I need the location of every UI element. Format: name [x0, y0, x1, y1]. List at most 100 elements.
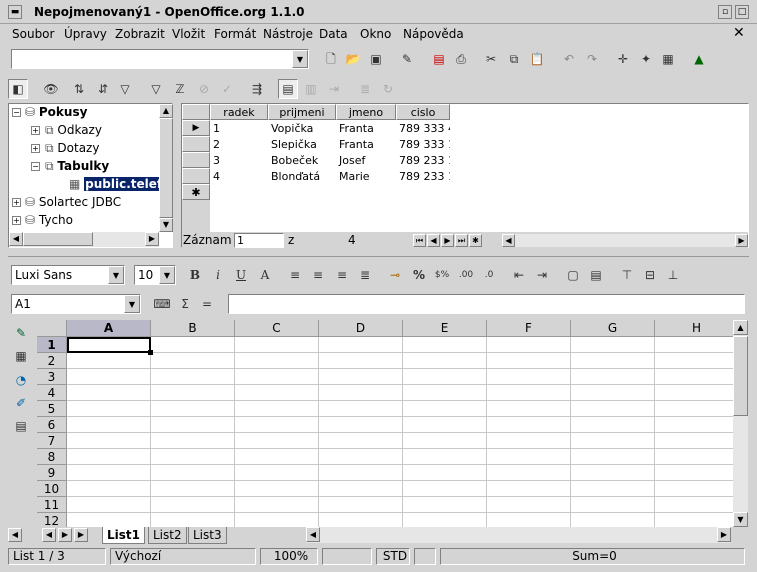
bold-icon[interactable]: B — [186, 266, 204, 284]
delete-decimal-icon[interactable]: .0 — [480, 266, 498, 284]
open-folder-icon[interactable]: 📂 — [344, 50, 362, 68]
scroll-left-icon[interactable]: ◀ — [502, 234, 515, 247]
column-header[interactable]: radek — [210, 104, 268, 120]
scroll-right-icon[interactable]: ▶ — [717, 527, 731, 542]
table-cell[interactable]: Vopička — [269, 121, 336, 136]
align-right-icon[interactable]: ≡ — [333, 266, 351, 284]
edit-file-icon[interactable]: ✎ — [398, 50, 416, 68]
expand-icon[interactable]: + — [31, 126, 40, 135]
table-cell[interactable]: 789 333 1 — [397, 137, 450, 152]
row-header[interactable]: 1 — [37, 337, 67, 353]
edit-data-icon[interactable]: ▥ — [302, 80, 320, 98]
align-vcenter-icon[interactable]: ⊟ — [641, 266, 659, 284]
menu-okno[interactable]: Okno — [360, 27, 391, 41]
sheet-tab-list1[interactable]: List1 — [102, 527, 145, 544]
function-icon[interactable]: = — [198, 295, 216, 313]
tree-item-solartec[interactable]: ⛁ Solartec JDBC — [25, 195, 121, 209]
status-mode[interactable]: STD — [376, 548, 410, 565]
table-cell[interactable]: 2 — [211, 137, 268, 152]
tree-vscrollbar[interactable]: ▲ ▼ — [159, 104, 173, 232]
menu-data[interactable]: Data — [319, 27, 348, 41]
column-header-a[interactable]: A — [67, 320, 151, 337]
find-record-icon[interactable]: 👁 — [42, 80, 60, 98]
table-cell[interactable] — [211, 185, 268, 200]
italic-icon[interactable]: i — [209, 266, 227, 284]
tree-item-dotazy[interactable]: ⧉ Dotazy — [45, 141, 99, 156]
menu-vlozit[interactable]: Vložit — [172, 27, 205, 41]
row-header[interactable]: 6 — [37, 417, 67, 433]
pane-splitter[interactable] — [8, 251, 749, 257]
status-zoom[interactable]: 100% — [260, 548, 318, 565]
scroll-up-icon[interactable]: ▲ — [159, 104, 173, 118]
undo-icon[interactable]: ↶ — [560, 50, 578, 68]
window-menu-button[interactable]: ▬ — [8, 5, 22, 19]
table-cell[interactable]: 3 — [211, 153, 268, 168]
new-record-icon[interactable]: ✱ — [469, 234, 482, 247]
align-center-icon[interactable]: ≡ — [309, 266, 327, 284]
row-handle[interactable] — [182, 152, 210, 168]
scroll-thumb[interactable] — [159, 118, 173, 218]
column-header-b[interactable]: B — [151, 320, 235, 337]
next-record-icon[interactable]: ▶ — [441, 234, 454, 247]
tree-item-pokusy[interactable]: ⛁ Pokusy — [25, 105, 87, 119]
tree-item-odkazy[interactable]: ⧉ Odkazy — [45, 123, 102, 138]
tree-item-tabulky[interactable]: ⧉ Tabulky — [45, 159, 109, 174]
table-cell[interactable]: Marie — [337, 169, 396, 184]
scroll-right-icon[interactable]: ▶ — [735, 234, 748, 247]
mail-merge-icon[interactable]: ≣ — [356, 80, 374, 98]
form-controls-icon[interactable]: ▤ — [12, 417, 30, 435]
next-sheet-icon[interactable]: ▶ — [58, 528, 72, 542]
menu-nastroje[interactable]: Nástroje — [263, 27, 313, 41]
table-cell[interactable]: Josef — [337, 153, 396, 168]
cut-icon[interactable]: ✂ — [482, 50, 500, 68]
table-cell[interactable]: 789 233 1 — [397, 169, 450, 184]
grid-hscrollbar[interactable]: ◀ ▶ — [502, 234, 748, 247]
close-document-icon[interactable]: ✕ — [733, 25, 745, 41]
function-wizard-icon[interactable]: ⌨ — [153, 295, 171, 313]
chevron-down-icon[interactable]: ▼ — [159, 266, 175, 284]
column-header-c[interactable]: C — [235, 320, 319, 337]
new-document-icon[interactable]: 🗋 — [322, 50, 340, 68]
font-name-combo[interactable]: Luxi Sans ▼ — [11, 265, 125, 285]
select-all-corner[interactable] — [37, 320, 67, 337]
scroll-left-icon[interactable]: ◀ — [306, 527, 320, 542]
row-handle[interactable] — [182, 136, 210, 152]
standard-format-icon[interactable]: $% — [433, 266, 451, 284]
first-record-icon[interactable]: ⏮ — [413, 234, 426, 247]
scroll-thumb[interactable] — [733, 336, 748, 416]
prev-record-icon[interactable]: ◀ — [427, 234, 440, 247]
gallery-icon[interactable]: ▲ — [690, 50, 708, 68]
column-header-h[interactable]: H — [655, 320, 733, 337]
chevron-down-icon[interactable]: ▼ — [124, 295, 140, 313]
active-cell-cursor[interactable] — [67, 337, 151, 353]
currency-icon[interactable]: ⊸ — [386, 266, 404, 284]
menu-soubor[interactable]: Soubor — [12, 27, 54, 41]
remove-filter-icon[interactable]: ⊘ — [195, 80, 213, 98]
scroll-down-icon[interactable]: ▼ — [733, 512, 748, 527]
print-icon[interactable]: ⎙ — [452, 50, 470, 68]
column-header-d[interactable]: D — [319, 320, 403, 337]
table-cell[interactable]: 789 333 4 — [397, 121, 450, 136]
sheet-tab-list3[interactable]: List3 — [188, 527, 227, 544]
draw-icon[interactable]: ✐ — [12, 394, 30, 412]
column-header-g[interactable]: G — [571, 320, 655, 337]
row-header[interactable]: 2 — [37, 353, 67, 369]
row-header[interactable]: 8 — [37, 449, 67, 465]
table-cell[interactable]: 4 — [211, 169, 268, 184]
status-page-style[interactable]: Výchozí — [110, 548, 256, 565]
paste-icon[interactable]: 📋 — [528, 50, 546, 68]
name-box[interactable]: A1 ▼ — [11, 294, 141, 314]
url-combo[interactable]: ▼ — [11, 49, 309, 69]
column-header-e[interactable]: E — [403, 320, 487, 337]
row-header[interactable]: 4 — [37, 385, 67, 401]
formula-input[interactable] — [228, 294, 745, 314]
chevron-down-icon[interactable]: ▼ — [108, 266, 124, 284]
row-header[interactable]: 12 — [37, 513, 67, 527]
sheet-hscrollbar[interactable]: ◀ ▶ — [306, 527, 731, 543]
sum-icon[interactable]: Σ — [176, 295, 194, 313]
table-cell[interactable]: Bobeček — [269, 153, 336, 168]
table-cell[interactable]: Blonďatá — [269, 169, 336, 184]
row-header[interactable]: 7 — [37, 433, 67, 449]
expand-icon[interactable]: + — [12, 198, 21, 207]
sort-ascending-icon[interactable]: ⇅ — [70, 80, 88, 98]
